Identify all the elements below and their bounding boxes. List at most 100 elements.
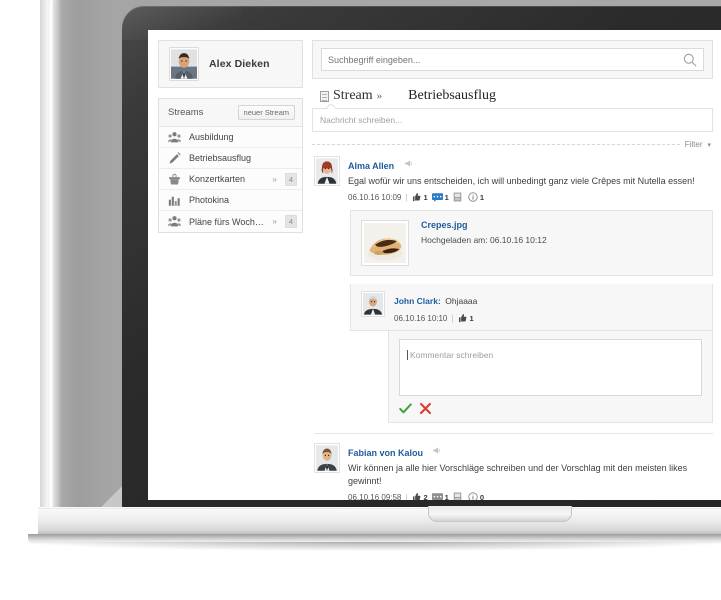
search-icon[interactable] xyxy=(683,53,697,67)
people-group-icon xyxy=(168,131,181,142)
user-photo-male-senior-icon xyxy=(363,293,383,315)
compose-message-box[interactable]: Nachricht schreiben... xyxy=(312,104,713,132)
sidebar-item-betriebsausflug[interactable]: Betriebsausflug xyxy=(159,148,302,169)
chevron-down-icon[interactable]: ▾ xyxy=(707,141,711,149)
stream-page-icon xyxy=(320,90,329,102)
filter-label[interactable]: Filter xyxy=(685,140,703,149)
attachment-section: Crepes.jpg Hochgeladen am: 06.10.16 10:1… xyxy=(350,210,713,276)
comment-bubble-icon xyxy=(431,492,443,500)
chevron-right-icon: » xyxy=(376,90,383,102)
sidebar-item-label: Betriebsausflug xyxy=(189,153,252,163)
megaphone-icon xyxy=(433,447,441,454)
tab-betriebsausflug[interactable]: Betriebsausflug xyxy=(392,86,502,108)
views-count-value: 0 xyxy=(479,492,484,501)
views-count[interactable]: 1 xyxy=(468,192,484,202)
post-text: Egal wofür wir uns entscheiden, ich will… xyxy=(348,176,695,186)
avatar[interactable] xyxy=(314,443,340,473)
sidebar-item-label: Pläne fürs Wochenen... xyxy=(189,216,264,227)
streams-panel: Streams neuer Stream Ausbildung Betriebs… xyxy=(158,98,303,233)
user-photo-male-icon xyxy=(171,49,197,79)
like-count[interactable]: 2 xyxy=(411,492,428,501)
avatar[interactable] xyxy=(314,156,340,186)
sidebar-item-plaene-fuers-wochenende[interactable]: Pläne fürs Wochenen... » 4 xyxy=(159,211,302,232)
bar-chart-icon xyxy=(168,196,180,206)
info-circle-icon xyxy=(468,492,478,500)
views-count[interactable]: 0 xyxy=(468,492,484,500)
post-timestamp: 06.10.16 10:09 xyxy=(348,192,402,202)
comment: John Clark: Ohjaaaa 06.10.16 10:10 | 1 xyxy=(350,284,713,331)
comment-count[interactable]: 1 xyxy=(431,492,449,500)
comment-author[interactable]: John Clark xyxy=(394,296,438,306)
attachment-thumbnail[interactable] xyxy=(361,220,409,266)
check-icon[interactable] xyxy=(399,402,412,415)
like-count-value: 1 xyxy=(469,313,474,323)
attachment-file-icon xyxy=(453,192,462,202)
comment-colon: : xyxy=(437,296,441,306)
search-bar xyxy=(312,40,713,79)
info-circle-icon xyxy=(468,192,478,202)
avatar[interactable] xyxy=(361,291,385,317)
user-photo-male-blond-icon xyxy=(316,445,338,471)
post-author[interactable]: Alma Allen xyxy=(348,161,394,171)
comment-count-value: 1 xyxy=(444,192,449,202)
like-count-value: 1 xyxy=(423,192,428,202)
streams-title: Streams xyxy=(168,107,204,118)
reply-placeholder: Kommentar schreiben xyxy=(407,350,494,360)
post: Fabian von Kalou Wir können ja alle hier… xyxy=(312,434,713,500)
thumbs-up-icon xyxy=(459,313,467,323)
meta-separator: | xyxy=(451,313,454,323)
pencil-icon xyxy=(169,151,181,163)
post-meta: 06.10.16 09:58 | 2 1 0 xyxy=(348,492,713,500)
profile-card[interactable]: Alex Dieken xyxy=(158,40,303,88)
like-count-value: 2 xyxy=(423,492,428,501)
search-input[interactable] xyxy=(328,54,683,65)
views-count-value: 1 xyxy=(479,192,484,202)
crepes-photo-icon xyxy=(364,223,406,263)
attachment-info: Crepes.jpg Hochgeladen am: 06.10.16 10:1… xyxy=(421,220,547,245)
attachment-card[interactable]: Crepes.jpg Hochgeladen am: 06.10.16 10:1… xyxy=(350,210,713,276)
app-window: Alex Dieken Streams neuer Stream Ausbild… xyxy=(148,30,721,500)
compose-notch xyxy=(325,104,335,109)
attachment-uploaded-label: Hochgeladen am: 06.10.16 10:12 xyxy=(421,235,547,245)
sidebar-item-konzertkarten[interactable]: Konzertkarten » 4 xyxy=(159,169,302,190)
compose-placeholder: Nachricht schreiben... xyxy=(320,115,403,125)
profile-name: Alex Dieken xyxy=(209,58,270,70)
comment-body: John Clark: Ohjaaaa 06.10.16 10:10 | 1 xyxy=(394,291,477,323)
sidebar-item-label: Photokina xyxy=(189,195,230,205)
thumbs-up-icon xyxy=(413,492,421,500)
reply-actions xyxy=(399,402,702,415)
attachment-indicator[interactable] xyxy=(453,492,464,500)
streams-header: Streams neuer Stream xyxy=(159,99,302,127)
reply-textarea[interactable]: Kommentar schreiben xyxy=(399,339,702,396)
sidebar-item-badge: 4 xyxy=(284,215,297,228)
post-text: Wir können ja alle hier Vorschläge schre… xyxy=(348,463,688,486)
comment-count[interactable]: 1 xyxy=(431,192,449,202)
tab-stream-label: Stream xyxy=(333,88,373,103)
chevron-right-icon: » xyxy=(272,174,277,184)
laptop-deck-notch xyxy=(428,506,572,522)
laptop-lid-shadow xyxy=(40,0,50,513)
attachment-indicator[interactable] xyxy=(453,192,464,202)
attachment-filename[interactable]: Crepes.jpg xyxy=(421,220,547,230)
laptop-mockup: Alex Dieken Streams neuer Stream Ausbild… xyxy=(0,0,721,600)
main-content: Stream » Betriebsausflug Nachricht schre… xyxy=(312,40,713,500)
laptop-screen: Alex Dieken Streams neuer Stream Ausbild… xyxy=(148,30,721,500)
attachment-file-icon xyxy=(453,492,462,500)
post-author[interactable]: Fabian von Kalou xyxy=(348,448,423,458)
divider xyxy=(312,144,680,145)
chevron-right-icon: » xyxy=(272,217,277,226)
like-count[interactable]: 1 xyxy=(457,313,474,323)
sidebar-item-label: Ausbildung xyxy=(189,132,234,142)
new-stream-button[interactable]: neuer Stream xyxy=(237,105,295,120)
sidebar-item-ausbildung[interactable]: Ausbildung xyxy=(159,127,302,148)
comment-bubble-icon xyxy=(431,192,443,202)
sidebar-item-photokina[interactable]: Photokina xyxy=(159,190,302,211)
reply-composer: Kommentar schreiben xyxy=(388,331,713,423)
search-box[interactable] xyxy=(321,48,704,71)
like-count[interactable]: 1 xyxy=(411,192,428,202)
people-group-icon xyxy=(168,216,181,227)
x-icon[interactable] xyxy=(419,402,432,415)
avatar xyxy=(169,47,199,81)
comment-line: John Clark: Ohjaaaa xyxy=(394,291,477,309)
post-body: Alma Allen Egal wofür wir uns entscheide… xyxy=(348,156,713,202)
